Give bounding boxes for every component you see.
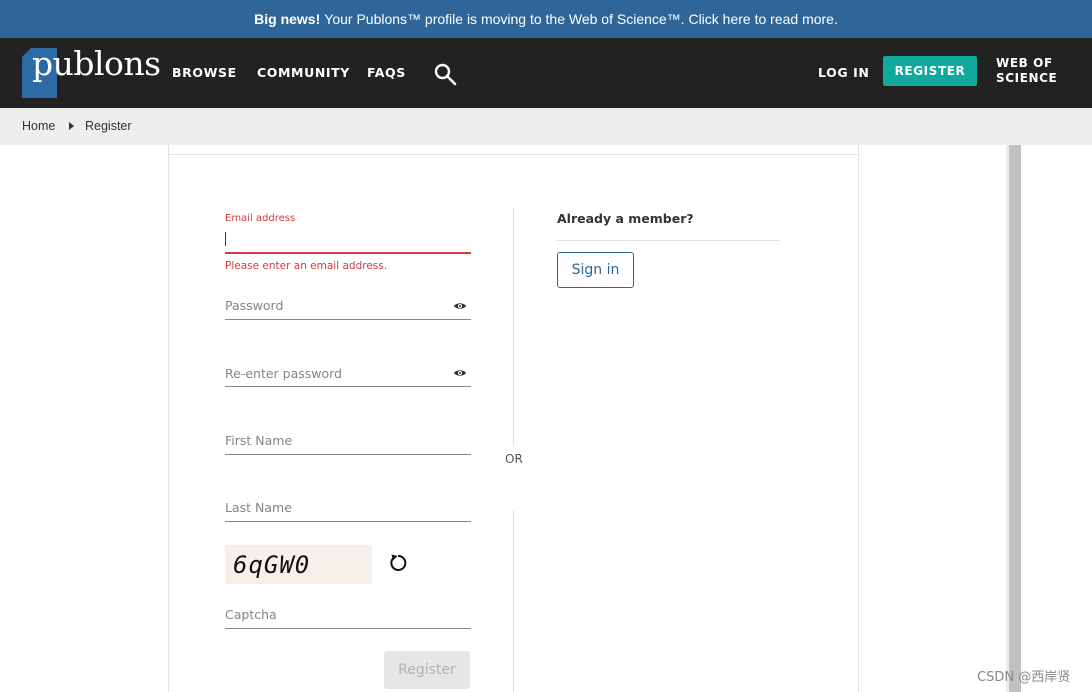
logo-wordmark: publons <box>32 44 161 83</box>
card-top-divider <box>169 154 858 155</box>
captcha-field[interactable]: Captcha <box>225 599 471 629</box>
breadcrumb-chevron-icon <box>69 122 74 130</box>
first-name-underline <box>225 454 471 455</box>
show-password-eye-icon[interactable] <box>453 301 467 311</box>
captcha-placeholder: Captcha <box>225 607 277 622</box>
breadcrumb-home[interactable]: Home <box>22 119 55 133</box>
wos-line-2: SCIENCE <box>996 71 1058 85</box>
announcement-banner[interactable]: Big news! Your Publons™ profile is movin… <box>0 0 1092 38</box>
last-name-underline <box>225 521 471 522</box>
sign-in-button[interactable]: Sign in <box>557 252 634 288</box>
email-error-message: Please enter an email address. <box>225 260 388 272</box>
reenter-password-field[interactable]: Re-enter password <box>225 358 471 388</box>
register-submit-button[interactable]: Register <box>384 651 470 689</box>
first-name-placeholder: First Name <box>225 433 293 448</box>
breadcrumb: Home Register <box>0 108 1092 145</box>
reenter-password-underline <box>225 386 471 387</box>
login-link[interactable]: LOG IN <box>818 65 869 80</box>
or-separator: OR <box>505 452 523 466</box>
last-name-placeholder: Last Name <box>225 500 292 515</box>
announcement-text: Your Publons™ profile is moving to the W… <box>324 11 838 27</box>
top-nav: publons BROWSE COMMUNITY FAQS LOG IN REG… <box>0 38 1092 108</box>
vertical-divider-bottom <box>513 510 514 692</box>
refresh-captcha-icon[interactable] <box>387 552 409 574</box>
announcement-bold: Big news! <box>254 11 321 27</box>
password-placeholder: Password <box>225 298 284 313</box>
publons-logo[interactable]: publons <box>22 44 161 98</box>
email-label: Email address <box>225 213 296 224</box>
logo-fold <box>22 48 31 57</box>
register-nav-button[interactable]: REGISTER <box>883 56 977 86</box>
already-member-heading: Already a member? <box>557 211 694 226</box>
reenter-password-placeholder: Re-enter password <box>225 366 342 381</box>
nav-browse[interactable]: BROWSE <box>172 65 237 80</box>
member-divider <box>557 240 780 241</box>
wos-line-1: WEB OF <box>996 56 1053 70</box>
scrollbar[interactable] <box>1006 145 1021 692</box>
first-name-field[interactable]: First Name <box>225 425 471 455</box>
email-underline <box>225 252 471 254</box>
search-icon[interactable] <box>433 62 457 86</box>
password-underline <box>225 319 471 320</box>
nav-community[interactable]: COMMUNITY <box>257 65 350 80</box>
nav-faqs[interactable]: FAQS <box>367 65 406 80</box>
captcha-code: 6qGW0 <box>233 551 311 579</box>
password-field[interactable]: Password <box>225 290 471 320</box>
web-of-science-link[interactable]: WEB OF SCIENCE <box>996 56 1057 86</box>
vertical-divider-top <box>513 208 514 445</box>
email-field[interactable] <box>225 232 226 246</box>
breadcrumb-current: Register <box>85 119 132 133</box>
captcha-image: 6qGW0 <box>225 545 372 584</box>
last-name-field[interactable]: Last Name <box>225 492 471 522</box>
csdn-watermark: CSDN @西岸贤 <box>977 670 1071 685</box>
show-reenter-password-eye-icon[interactable] <box>453 368 467 378</box>
captcha-underline <box>225 628 471 629</box>
